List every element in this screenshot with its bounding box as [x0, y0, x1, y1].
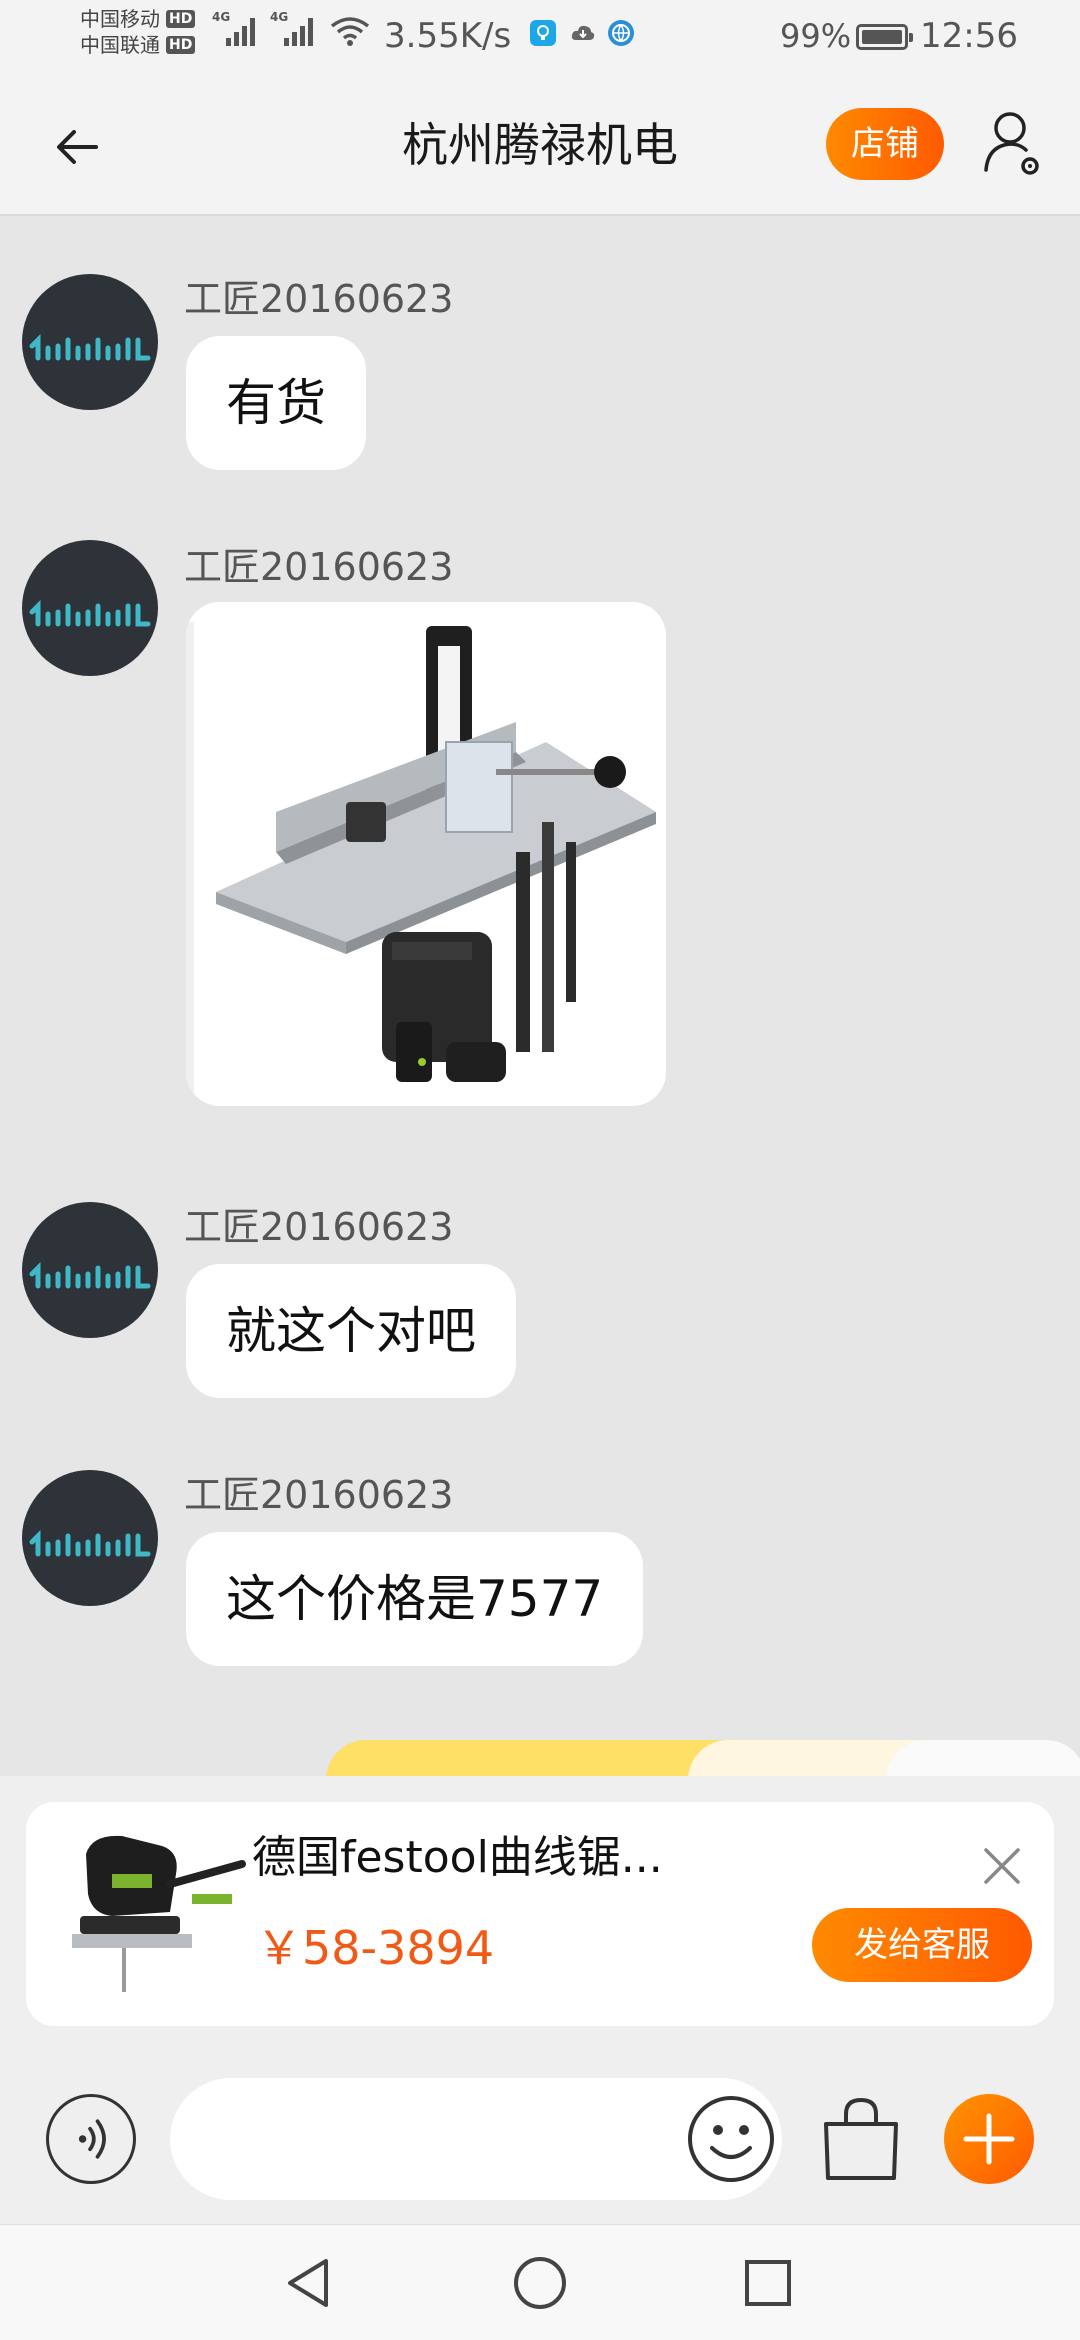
- triangle-back-icon: [288, 2259, 328, 2307]
- more-button[interactable]: [944, 2094, 1034, 2184]
- carrier-info: 中国移动 HD 中国联通 HD: [80, 6, 196, 58]
- profile-button[interactable]: [980, 108, 1044, 180]
- battery-icon: [856, 24, 913, 50]
- carrier-2: 中国联通: [80, 33, 160, 57]
- avatar-logo: [29, 333, 151, 361]
- avatar-logo: [29, 599, 151, 627]
- sender-name: 工匠20160623: [184, 277, 454, 321]
- sender-name: 工匠20160623: [184, 1205, 454, 1249]
- close-button[interactable]: [974, 1838, 1030, 1894]
- avatar-logo: [29, 1261, 151, 1289]
- circle-home-icon: [514, 2257, 566, 2309]
- status-bar: 中国移动 HD 中国联通 HD 4G 4G 3.55K/s 99% 12:56: [0, 0, 1080, 72]
- input-bar: [0, 2054, 1080, 2224]
- avatar[interactable]: [22, 540, 158, 676]
- avatar[interactable]: [22, 274, 158, 410]
- plus-icon: [963, 2113, 1015, 2165]
- battery-percent: 99%: [780, 17, 852, 55]
- product-card-area: 德国festool曲线锯... ￥58-3894 发给客服: [0, 1776, 1080, 2054]
- router-table-product-photo: [186, 602, 666, 1106]
- nav-back-button[interactable]: [280, 2253, 340, 2313]
- signal-icon-2: 4G: [270, 10, 313, 46]
- chat-header: 杭州腾禄机电 店铺: [0, 72, 1080, 216]
- carrier-1: 中国移动: [80, 7, 160, 31]
- hd-badge-2: HD: [166, 36, 196, 54]
- voice-icon: [78, 2119, 106, 2159]
- shopping-bag-button[interactable]: [818, 2096, 904, 2182]
- browser-app-icon: [608, 20, 634, 46]
- clock: 12:56: [920, 16, 1018, 56]
- emoji-button[interactable]: [686, 2094, 776, 2184]
- nav-recents-button[interactable]: [738, 2253, 798, 2313]
- close-icon: [984, 1848, 1020, 1884]
- product-card[interactable]: 德国festool曲线锯... ￥58-3894 发给客服: [26, 1802, 1054, 2026]
- net-speed: 3.55K/s: [384, 16, 512, 56]
- product-price: ￥58-3894: [256, 1921, 495, 1975]
- hd-badge: HD: [166, 10, 196, 28]
- network-type-2: 4G: [270, 10, 289, 24]
- signal-icon: 4G: [212, 10, 255, 46]
- system-nav-bar: [0, 2224, 1080, 2340]
- wifi-icon: [330, 17, 370, 46]
- emoji-icon: [688, 2096, 774, 2182]
- shop-button[interactable]: 店铺: [826, 108, 944, 180]
- avatar[interactable]: [22, 1202, 158, 1338]
- shopping-bag-icon: [824, 2097, 898, 2180]
- message-bubble[interactable]: 就这个对吧: [186, 1264, 516, 1398]
- message-bubble[interactable]: 有货: [186, 336, 366, 470]
- user-settings-icon: [984, 112, 1039, 175]
- send-to-service-button[interactable]: 发给客服: [812, 1908, 1032, 1982]
- avatar-logo: [29, 1529, 151, 1557]
- avatar[interactable]: [22, 1470, 158, 1606]
- sender-name: 工匠20160623: [184, 1473, 454, 1517]
- sender-name: 工匠20160623: [184, 545, 454, 589]
- square-recents-icon: [745, 2260, 791, 2306]
- nav-home-button[interactable]: [510, 2253, 570, 2313]
- voice-button[interactable]: [46, 2094, 136, 2184]
- product-title[interactable]: 德国festool曲线锯...: [252, 1830, 663, 1886]
- jigsaw-product-thumbnail: [52, 1824, 252, 2004]
- message-bubble[interactable]: 这个价格是7577: [186, 1532, 644, 1666]
- network-type-1: 4G: [212, 10, 231, 24]
- lightbulb-app-icon: [530, 20, 556, 46]
- cloud-download-icon: [570, 20, 596, 46]
- image-message[interactable]: [186, 602, 666, 1106]
